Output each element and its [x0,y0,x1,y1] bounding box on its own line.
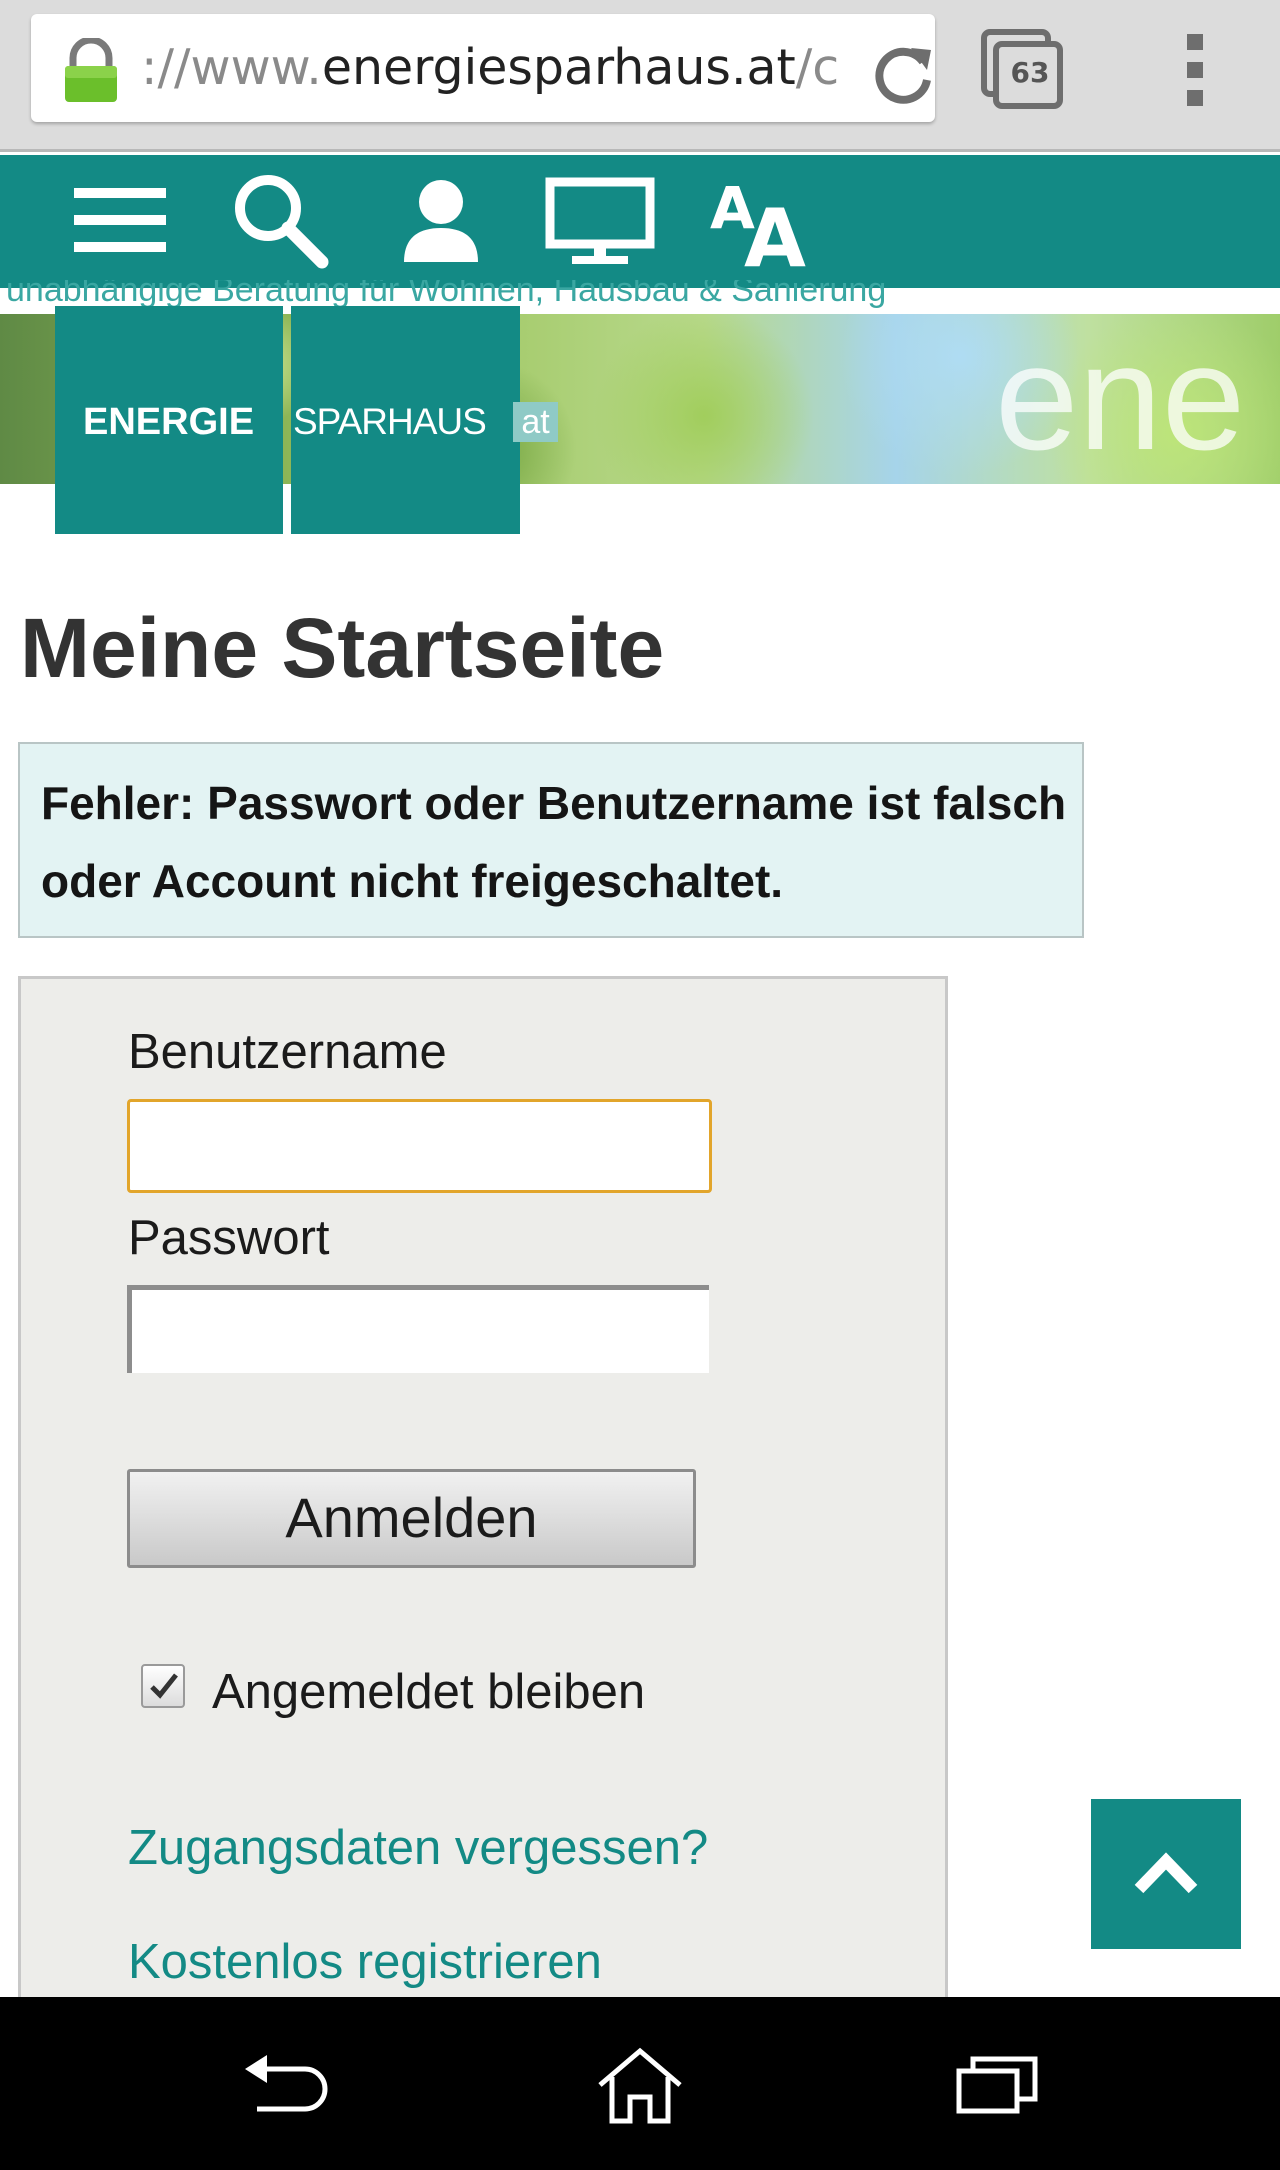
site-logo[interactable]: ENERGIE SPARHAUS at [55,306,558,534]
logo-text-sparhaus: SPARHAUS [293,401,487,442]
back-icon[interactable] [235,2045,335,2125]
remember-me-checkbox[interactable] [141,1664,185,1708]
user-icon[interactable] [398,170,484,270]
menu-icon[interactable] [70,170,170,270]
svg-text:A: A [744,192,806,270]
chevron-up-icon [1134,1852,1198,1894]
browser-toolbar: ://www.energiesparhaus.at/c 63 [0,0,1280,152]
font-size-icon[interactable]: A A [706,170,818,270]
username-label: Benutzername [128,1025,447,1079]
overflow-menu-icon[interactable] [1175,30,1215,110]
password-input[interactable] [127,1285,709,1373]
username-input[interactable] [127,1099,712,1193]
address-bar[interactable]: ://www.energiesparhaus.at/c [31,14,935,122]
scroll-to-top-button[interactable] [1091,1799,1241,1949]
monitor-icon[interactable] [544,170,656,270]
logo-text-energie: ENERGIE [83,401,255,443]
checkmark-icon [150,1673,178,1699]
login-button[interactable]: Anmelden [127,1469,696,1568]
logo-text-at: at [513,402,558,442]
reload-icon[interactable] [873,42,935,106]
tab-count: 63 [1010,56,1050,89]
remember-me-label: Angemeldet bleiben [212,1665,646,1719]
home-icon[interactable] [590,2045,690,2125]
url-text: ://www.energiesparhaus.at/c [141,39,840,96]
error-message: Fehler: Passwort oder Benutzername ist f… [41,777,1067,907]
lock-icon [65,38,117,102]
password-label: Passwort [128,1211,330,1265]
search-icon[interactable] [228,170,332,270]
page-title: Meine Startseite [20,601,665,695]
recent-apps-icon[interactable] [945,2045,1045,2125]
register-link[interactable]: Kostenlos registrieren [128,1932,602,1992]
error-message-box: Fehler: Passwort oder Benutzername ist f… [18,742,1084,938]
forgot-credentials-link[interactable]: Zugangsdaten vergessen? [128,1818,708,1878]
banner-word: ene [995,314,1246,481]
